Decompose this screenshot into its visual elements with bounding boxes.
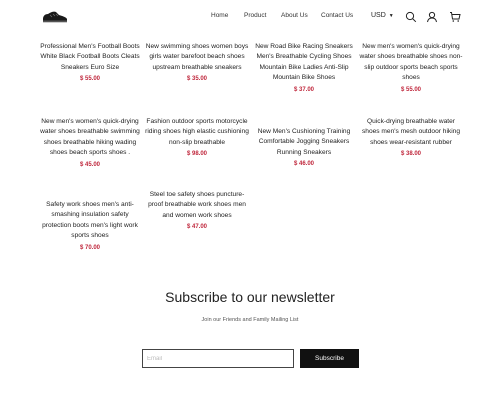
product-price: $ 35.00	[186, 76, 208, 83]
product-card[interactable]: Steel toe safety shoes puncture-proof br…	[145, 190, 249, 232]
currency-selector[interactable]: USD ▼	[371, 12, 394, 19]
newsletter-heading: Subscribe to our newsletter	[165, 289, 335, 305]
product-price: $ 98.00	[186, 151, 208, 158]
currency-label: USD	[371, 12, 386, 19]
product-card[interactable]: New Road Bike Racing Sneakers Men's Brea…	[252, 42, 356, 95]
product-title[interactable]: Steel toe safety shoes puncture-proof br…	[145, 190, 249, 221]
product-price: $ 47.00	[186, 224, 208, 231]
product-card[interactable]: New Men's Cushioning Training Comfortabl…	[252, 127, 356, 169]
product-price: $ 55.00	[400, 86, 422, 93]
product-title[interactable]: Fashion outdoor sports motorcycle riding…	[145, 117, 249, 148]
product-title[interactable]: Safety work shoes men's anti-smashing in…	[38, 200, 142, 242]
product-price: $ 45.00	[79, 161, 101, 168]
product-title[interactable]: New Road Bike Racing Sneakers Men's Brea…	[252, 42, 356, 84]
product-price: $ 37.00	[293, 86, 315, 93]
product-card[interactable]: New men's women's quick-drying water sho…	[38, 117, 142, 170]
product-card[interactable]: Safety work shoes men's anti-smashing in…	[38, 200, 142, 253]
product-title[interactable]: Professional Men's Football Boots White …	[38, 42, 142, 73]
product-title[interactable]: New men's women's quick-drying water sho…	[38, 117, 142, 159]
site-header: Home Product About Us Contact Us USD ▼	[0, 0, 500, 36]
email-field[interactable]	[142, 349, 294, 368]
product-card[interactable]: New men's women's quick-drying water sho…	[359, 42, 463, 95]
product-card[interactable]: New swimming shoes women boys girls wate…	[145, 42, 249, 84]
product-price: $ 70.00	[79, 244, 101, 251]
product-price: $ 55.00	[79, 76, 101, 83]
search-icon[interactable]	[405, 11, 417, 23]
product-title[interactable]: New swimming shoes women boys girls wate…	[145, 42, 249, 73]
nav-home[interactable]: Home	[211, 12, 228, 19]
product-title[interactable]: New Men's Cushioning Training Comfortabl…	[252, 127, 356, 158]
product-price: $ 46.00	[293, 161, 315, 168]
product-title[interactable]: New men's women's quick-drying water sho…	[359, 42, 463, 84]
subscribe-button[interactable]: Subscribe	[300, 349, 359, 368]
product-card[interactable]: Professional Men's Football Boots White …	[38, 42, 142, 84]
chevron-down-icon: ▼	[388, 12, 394, 19]
nav-product[interactable]: Product	[244, 12, 266, 19]
product-card[interactable]: Quick-drying breathable water shoes men'…	[359, 117, 463, 159]
account-icon[interactable]	[426, 11, 438, 23]
newsletter-subtitle: Join our Friends and Family Mailing List	[201, 317, 299, 323]
product-price: $ 38.00	[400, 151, 422, 158]
product-card[interactable]: Fashion outdoor sports motorcycle riding…	[145, 117, 249, 159]
product-title[interactable]: Quick-drying breathable water shoes men'…	[359, 117, 463, 148]
nav-about-us[interactable]: About Us	[281, 12, 308, 19]
cart-icon[interactable]	[449, 11, 461, 23]
main-nav: Home Product About Us Contact Us	[0, 12, 500, 24]
nav-contact-us[interactable]: Contact Us	[321, 12, 353, 19]
